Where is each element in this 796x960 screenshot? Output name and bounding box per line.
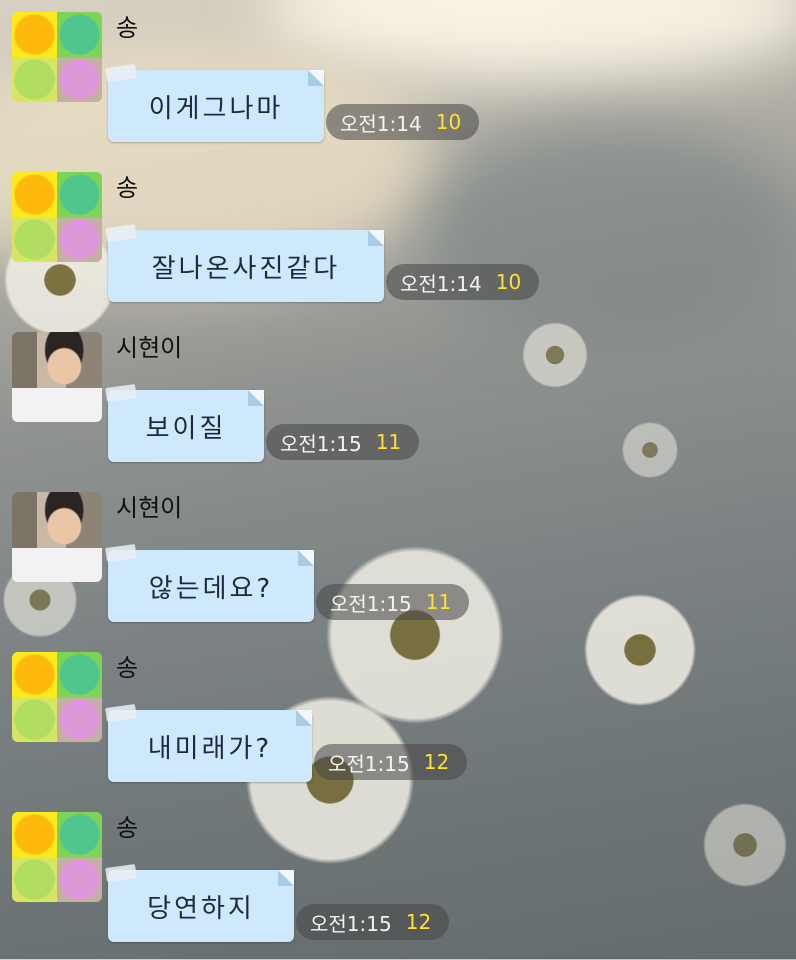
message-time: 오전1:15 (328, 751, 410, 776)
unread-count: 12 (405, 910, 432, 934)
message-row: 시현이 보이질 오전1:15 11 (0, 320, 796, 480)
message-bubble[interactable]: 잘나온사진같다 (108, 230, 384, 302)
message-text: 당연하지 (147, 893, 255, 924)
message-text: 보이질 (145, 413, 227, 444)
message-row: 송 잘나온사진같다 오전1:14 10 (0, 160, 796, 320)
sender-name: 송 (116, 14, 139, 42)
unread-count: 11 (425, 590, 452, 614)
sender-name: 송 (116, 814, 139, 842)
unread-count: 10 (435, 110, 462, 134)
unread-count: 12 (423, 750, 450, 774)
message-row: 송내미래가? 오전1:15 12 (0, 640, 796, 800)
clover-avatar[interactable] (12, 172, 102, 262)
message-meta: 오전1:15 11 (316, 584, 470, 620)
message-time: 오전1:15 (310, 911, 392, 936)
clover-avatar[interactable] (12, 12, 102, 102)
sender-name: 시현이 (116, 334, 183, 362)
message-meta: 오전1:15 12 (296, 904, 450, 940)
message-time: 오전1:15 (280, 431, 362, 456)
message-bubble[interactable]: 당연하지 (108, 870, 294, 942)
message-text: 이게그나마 (148, 93, 284, 124)
message-text: 내미래가? (147, 733, 273, 764)
clover-avatar[interactable] (12, 652, 102, 742)
message-row: 시현이않는데요? 오전1:15 11 (0, 480, 796, 640)
message-bubble[interactable]: 보이질 (108, 390, 264, 462)
message-text: 않는데요? (148, 573, 274, 604)
sender-name: 시현이 (116, 494, 183, 522)
message-row: 송 당연하지 오전1:15 12 (0, 800, 796, 960)
message-time: 오전1:14 (340, 111, 422, 136)
message-meta: 오전1:14 10 (386, 264, 540, 300)
message-time: 오전1:15 (330, 591, 412, 616)
message-bubble[interactable]: 이게그나마 (108, 70, 324, 142)
message-bubble[interactable]: 않는데요? (108, 550, 314, 622)
unread-count: 10 (495, 270, 522, 294)
message-meta: 오전1:15 11 (266, 424, 420, 460)
unread-count: 11 (375, 430, 402, 454)
message-row: 송 이게그나마 오전1:14 10 (0, 0, 796, 160)
message-meta: 오전1:15 12 (314, 744, 468, 780)
sender-name: 송 (116, 174, 139, 202)
message-bubble[interactable]: 내미래가? (108, 710, 312, 782)
photo-avatar[interactable] (12, 492, 102, 582)
clover-avatar[interactable] (12, 812, 102, 902)
message-text: 잘나온사진같다 (151, 253, 341, 284)
sender-name: 송 (116, 654, 139, 682)
message-time: 오전1:14 (400, 271, 482, 296)
photo-avatar[interactable] (12, 332, 102, 422)
message-meta: 오전1:14 10 (326, 104, 480, 140)
